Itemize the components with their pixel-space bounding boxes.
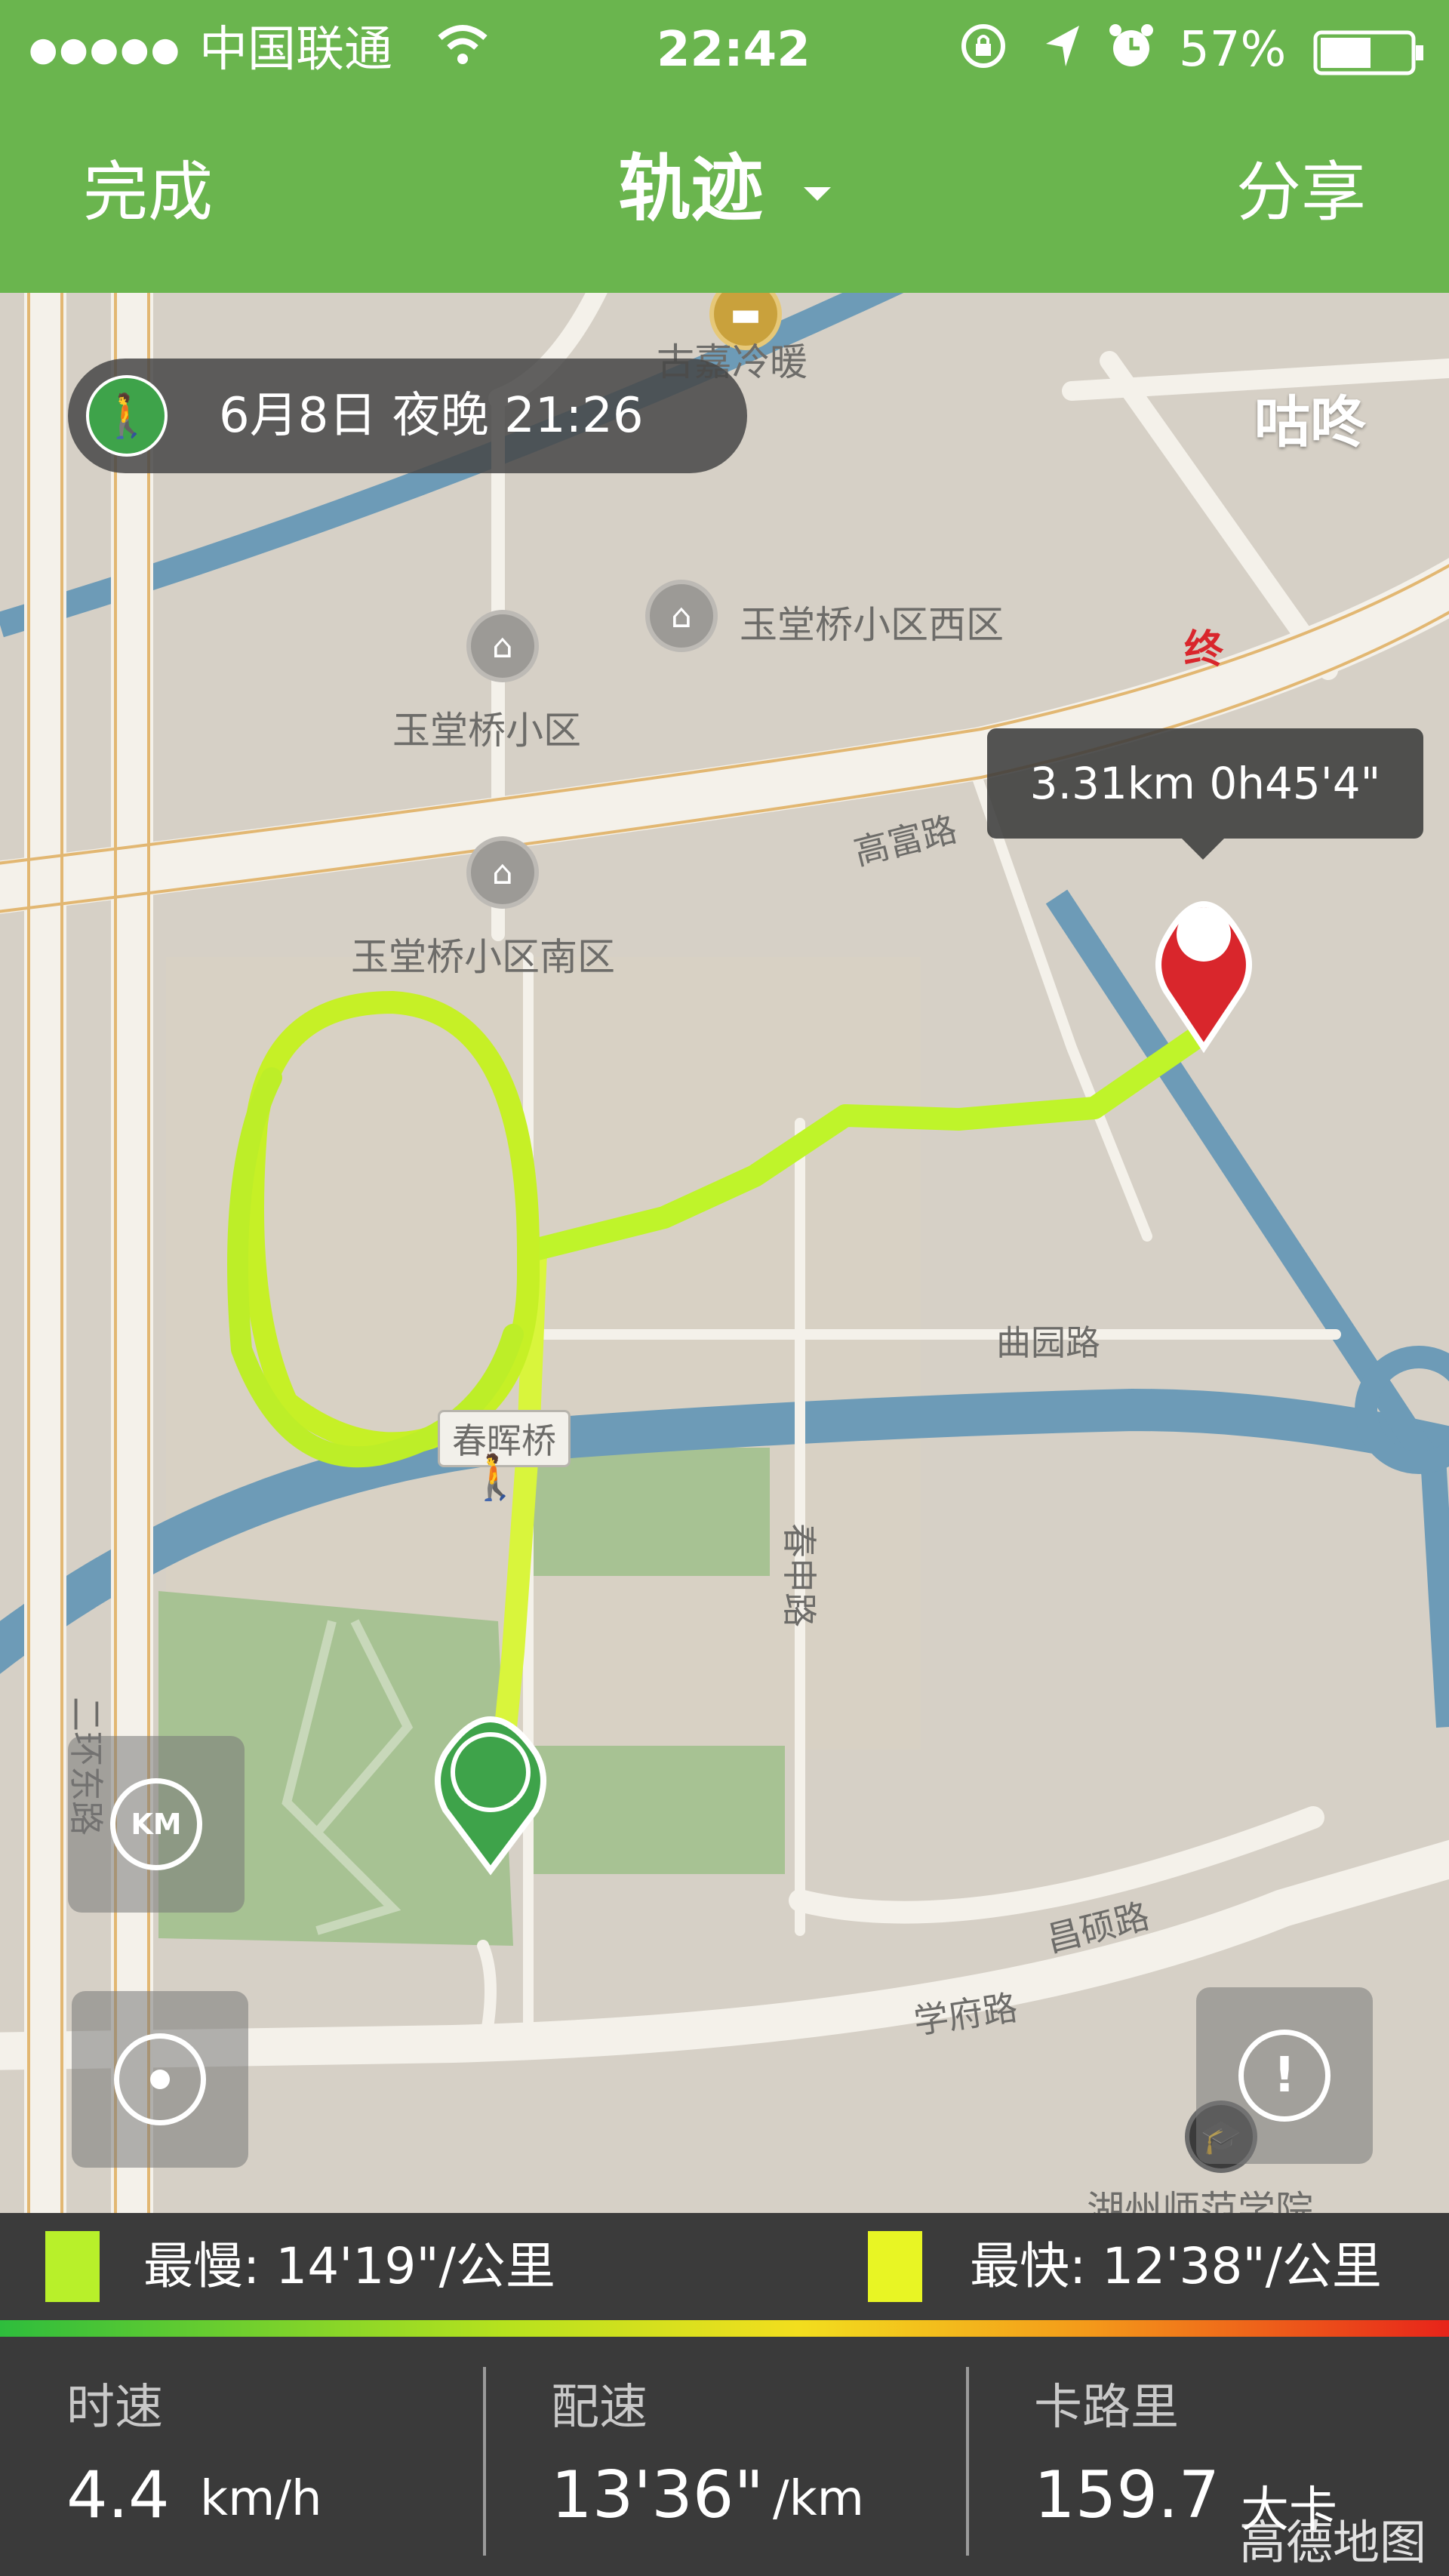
locate-button[interactable] bbox=[72, 1991, 248, 2168]
stat-unit: km/h bbox=[200, 2471, 322, 2527]
stat-label: 卡路里 bbox=[1034, 2380, 1179, 2436]
walking-icon: 🚶 bbox=[468, 1451, 523, 1503]
stat-value: 159.7 bbox=[1034, 2458, 1220, 2533]
location-arrow-icon bbox=[1041, 21, 1084, 84]
signal-strength-icon: ●●●●● bbox=[29, 30, 181, 69]
report-button[interactable]: ! bbox=[1196, 1987, 1373, 2164]
user-name: 咕咚 bbox=[1254, 390, 1366, 455]
map-canvas bbox=[0, 293, 1449, 2213]
pace-legend: 最慢: 14'19"/公里 最快: 12'38"/公里 bbox=[0, 2213, 1449, 2320]
poi-label: 玉堂桥小区西区 bbox=[740, 603, 1004, 647]
map-provider-watermark: 高德地图 bbox=[1238, 2515, 1426, 2570]
stat-unit: /km bbox=[773, 2471, 864, 2527]
wifi-icon bbox=[436, 21, 489, 79]
tooltip-arrow bbox=[1182, 839, 1224, 860]
road-label: 春申路 bbox=[779, 1523, 820, 1627]
road-label: 曲园路 bbox=[996, 1322, 1100, 1363]
km-toggle-button[interactable]: KM bbox=[68, 1736, 245, 1913]
clock: 22:42 bbox=[657, 22, 811, 78]
slowest-pace: 最慢: 14'19"/公里 bbox=[143, 2237, 555, 2295]
exclamation-icon: ! bbox=[1238, 2030, 1331, 2122]
share-button[interactable]: 分享 bbox=[1236, 151, 1366, 234]
stat-value: 4.4 bbox=[66, 2458, 170, 2533]
trip-summary-tooltip: 3.31km 0h45'4" bbox=[987, 728, 1423, 839]
km-icon: KM bbox=[110, 1778, 202, 1870]
battery-icon bbox=[1313, 30, 1426, 88]
stat-label: 时速 bbox=[66, 2380, 163, 2436]
title-dropdown[interactable]: 轨迹 bbox=[0, 143, 1449, 234]
rotation-lock-icon bbox=[958, 21, 1008, 84]
poi-label: 玉堂桥小区南区 bbox=[351, 935, 615, 979]
end-marker-label: 终 bbox=[1184, 627, 1224, 672]
nav-bar: 完成 轨迹 分享 bbox=[0, 98, 1449, 293]
poi-label: 湖州师范学院 bbox=[1087, 2188, 1313, 2213]
trip-date-pill: 🚶 6月8日 夜晚 21:26 bbox=[68, 359, 747, 473]
alarm-icon bbox=[1106, 21, 1156, 84]
page-title: 轨迹 bbox=[618, 146, 764, 231]
pace-gradient-bar bbox=[0, 2320, 1449, 2337]
stat-pace: 配速 13'36" /km bbox=[486, 2337, 966, 2576]
slowest-swatch bbox=[45, 2231, 100, 2302]
poi-home-icon: ⌂ bbox=[466, 610, 539, 682]
walking-icon: 🚶 bbox=[86, 375, 168, 457]
poi-home-icon: ⌂ bbox=[466, 836, 539, 909]
stat-value: 13'36" bbox=[551, 2458, 764, 2533]
fastest-pace: 最快: 12'38"/公里 bbox=[970, 2237, 1382, 2295]
crosshair-icon bbox=[114, 2033, 206, 2125]
caret-down-icon bbox=[803, 186, 831, 201]
poi-home-icon: ⌂ bbox=[645, 580, 718, 652]
poi-label: 玉堂桥小区 bbox=[392, 709, 581, 752]
stats-panel: 时速 4.4 km/h 配速 13'36" /km 卡路里 159.7 大卡 bbox=[0, 2337, 1449, 2576]
trip-date: 6月8日 夜晚 21:26 bbox=[219, 388, 644, 444]
battery-percent: 57% bbox=[1179, 22, 1287, 78]
carrier-name: 中国联通 bbox=[199, 22, 392, 78]
stat-speed: 时速 4.4 km/h bbox=[0, 2337, 483, 2576]
status-bar: ●●●●● 中国联通 22:42 57% bbox=[0, 0, 1449, 98]
stat-label: 配速 bbox=[551, 2380, 648, 2436]
map-view[interactable]: ▬ ⌂ ⌂ ⌂ 🎓 古嘉冷暖 玉堂桥小区西区 玉堂桥小区 玉堂桥小区南区 高富路… bbox=[0, 293, 1449, 2213]
fastest-swatch bbox=[868, 2231, 922, 2302]
